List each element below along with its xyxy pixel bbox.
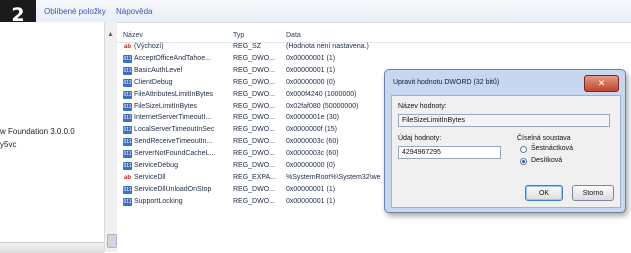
value-name: (Výchozí) xyxy=(134,43,164,50)
value-type: REG_DWO... xyxy=(233,185,276,193)
value-data-label: Údaj hodnoty: xyxy=(398,135,442,142)
string-value-icon: ab xyxy=(123,43,132,51)
value-type: REG_SZ xyxy=(233,43,262,50)
value-data: 0x0000003c (60) xyxy=(286,138,339,146)
value-type: REG_DWO... xyxy=(233,54,276,62)
base-hex-radio[interactable] xyxy=(520,146,527,153)
value-name: InternetServerTimeoutI... xyxy=(134,114,212,122)
value-data-input[interactable]: 4294967295 xyxy=(398,146,501,159)
close-icon: ✕ xyxy=(597,78,606,88)
binary-value-icon: 011 xyxy=(123,102,132,111)
value-name: ServiceDebug xyxy=(134,162,178,169)
dialog-title: Upravit hodnotu DWORD (32 bitů) xyxy=(393,79,500,86)
value-row[interactable]: ab (Výchozí) REG_SZ (Hodnota není nastavena… xyxy=(116,42,631,53)
binary-value-icon: 011 xyxy=(123,78,132,87)
value-type: REG_DWO... xyxy=(233,78,276,86)
value-type: REG_DWO... xyxy=(233,66,276,74)
value-type: REG_DWO... xyxy=(233,126,276,134)
value-data: 0x00000001 (1) xyxy=(286,66,336,74)
close-button[interactable]: ✕ xyxy=(584,75,619,92)
menu-favorites[interactable]: Oblíbené položky xyxy=(44,7,106,16)
column-header-data[interactable]: Data xyxy=(286,32,301,39)
value-name: SendReceiveTimeoutIn... xyxy=(134,138,213,146)
binary-value-icon: 011 xyxy=(123,114,132,123)
binary-value-icon: 011 xyxy=(123,54,132,63)
value-type: REG_DWO... xyxy=(233,150,276,158)
base-dec-label[interactable]: Desítková xyxy=(531,157,562,164)
value-type: REG_DWO... xyxy=(233,102,276,110)
value-data: 0x0000003c (60) xyxy=(286,150,339,158)
value-data: 0x00000001 (1) xyxy=(286,185,336,193)
value-name: FileAttributesLimitInBytes xyxy=(134,90,213,98)
value-name: ServiceDll xyxy=(134,173,166,181)
tree-item-service[interactable]: y5vc xyxy=(0,140,16,149)
value-data: 0x00000001 (1) xyxy=(286,197,336,205)
base-label: Číselná soustava xyxy=(517,135,571,142)
cancel-button[interactable]: Storno xyxy=(572,185,614,201)
tree-item-foundation[interactable]: w Foundation 3.0.0.0 xyxy=(0,127,75,136)
value-name: ServiceDllUnloadOnStop xyxy=(134,185,212,193)
value-name: ClientDebug xyxy=(134,78,173,86)
value-type: REG_DWO... xyxy=(233,197,276,205)
base-hex-label[interactable]: Šestnáctková xyxy=(531,145,573,152)
column-header-type[interactable]: Typ xyxy=(233,32,244,39)
value-type: REG_DWO... xyxy=(233,138,276,146)
value-name: ServerNotFoundCacheL... xyxy=(134,150,216,158)
value-data: 0x02faf080 (50000000) xyxy=(286,102,359,110)
menu-help[interactable]: Nápověda xyxy=(116,7,152,16)
value-data: (Hodnota není nastavena.) xyxy=(286,43,369,50)
binary-value-icon: 011 xyxy=(123,126,132,135)
value-data: 0x0000000f (15) xyxy=(286,126,337,134)
binary-value-icon: 011 xyxy=(123,150,132,159)
value-name: SupportLocking xyxy=(134,197,183,205)
value-type: REG_DWO... xyxy=(233,114,276,122)
tree-pane: w Foundation 3.0.0.0 y5vc xyxy=(0,22,105,244)
ok-button[interactable]: OK xyxy=(525,185,563,201)
value-name: LocalServerTimeoutInSec xyxy=(134,126,215,134)
binary-value-icon: 011 xyxy=(123,138,132,147)
value-data: 0x0000001e (30) xyxy=(286,114,339,122)
value-data: 0x00000001 (1) xyxy=(286,54,336,62)
binary-value-icon: 011 xyxy=(123,90,132,99)
value-data: 0x00000000 (0) xyxy=(286,162,336,169)
value-name-field: FileSizeLimitInBytes xyxy=(398,114,610,127)
edit-dword-dialog: Upravit hodnotu DWORD (32 bitů) ✕ Název … xyxy=(384,69,626,213)
binary-value-icon: 011 xyxy=(123,162,132,170)
value-name: AcceptOfficeAndTahoe... xyxy=(134,54,211,62)
value-data: %SystemRoot%\System32\we xyxy=(286,173,381,181)
string-value-icon: ab xyxy=(123,173,132,182)
menu-bar: Oblíbené položky Nápověda xyxy=(0,0,631,23)
dialog-body: Název hodnoty: FileSizeLimitInBytes Údaj… xyxy=(391,95,621,208)
tree-horizontal-scrollbar[interactable] xyxy=(0,242,104,253)
binary-value-icon: 011 xyxy=(123,197,132,206)
scroll-up-icon[interactable]: ▲ xyxy=(107,31,114,38)
value-name: BasicAuthLevel xyxy=(134,66,183,74)
scroll-thumb[interactable] xyxy=(107,234,117,248)
value-name: FileSizeLimitInBytes xyxy=(134,102,198,110)
value-row[interactable]: 011 AcceptOfficeAndTahoe... REG_DWO... 0x00… xyxy=(116,54,631,65)
value-data: 0x000f4240 (1000000) xyxy=(286,90,357,98)
value-type: REG_EXPA... xyxy=(233,173,277,181)
value-type: REG_DWO... xyxy=(233,90,276,98)
value-type: REG_DWO... xyxy=(233,162,276,169)
base-dec-radio[interactable] xyxy=(520,158,527,165)
value-data: 0x00000000 (0) xyxy=(286,78,336,86)
binary-value-icon: 011 xyxy=(123,185,132,194)
value-name-label: Název hodnoty: xyxy=(398,103,447,110)
binary-value-icon: 011 xyxy=(123,66,132,75)
column-header-name[interactable]: Název xyxy=(123,32,143,39)
